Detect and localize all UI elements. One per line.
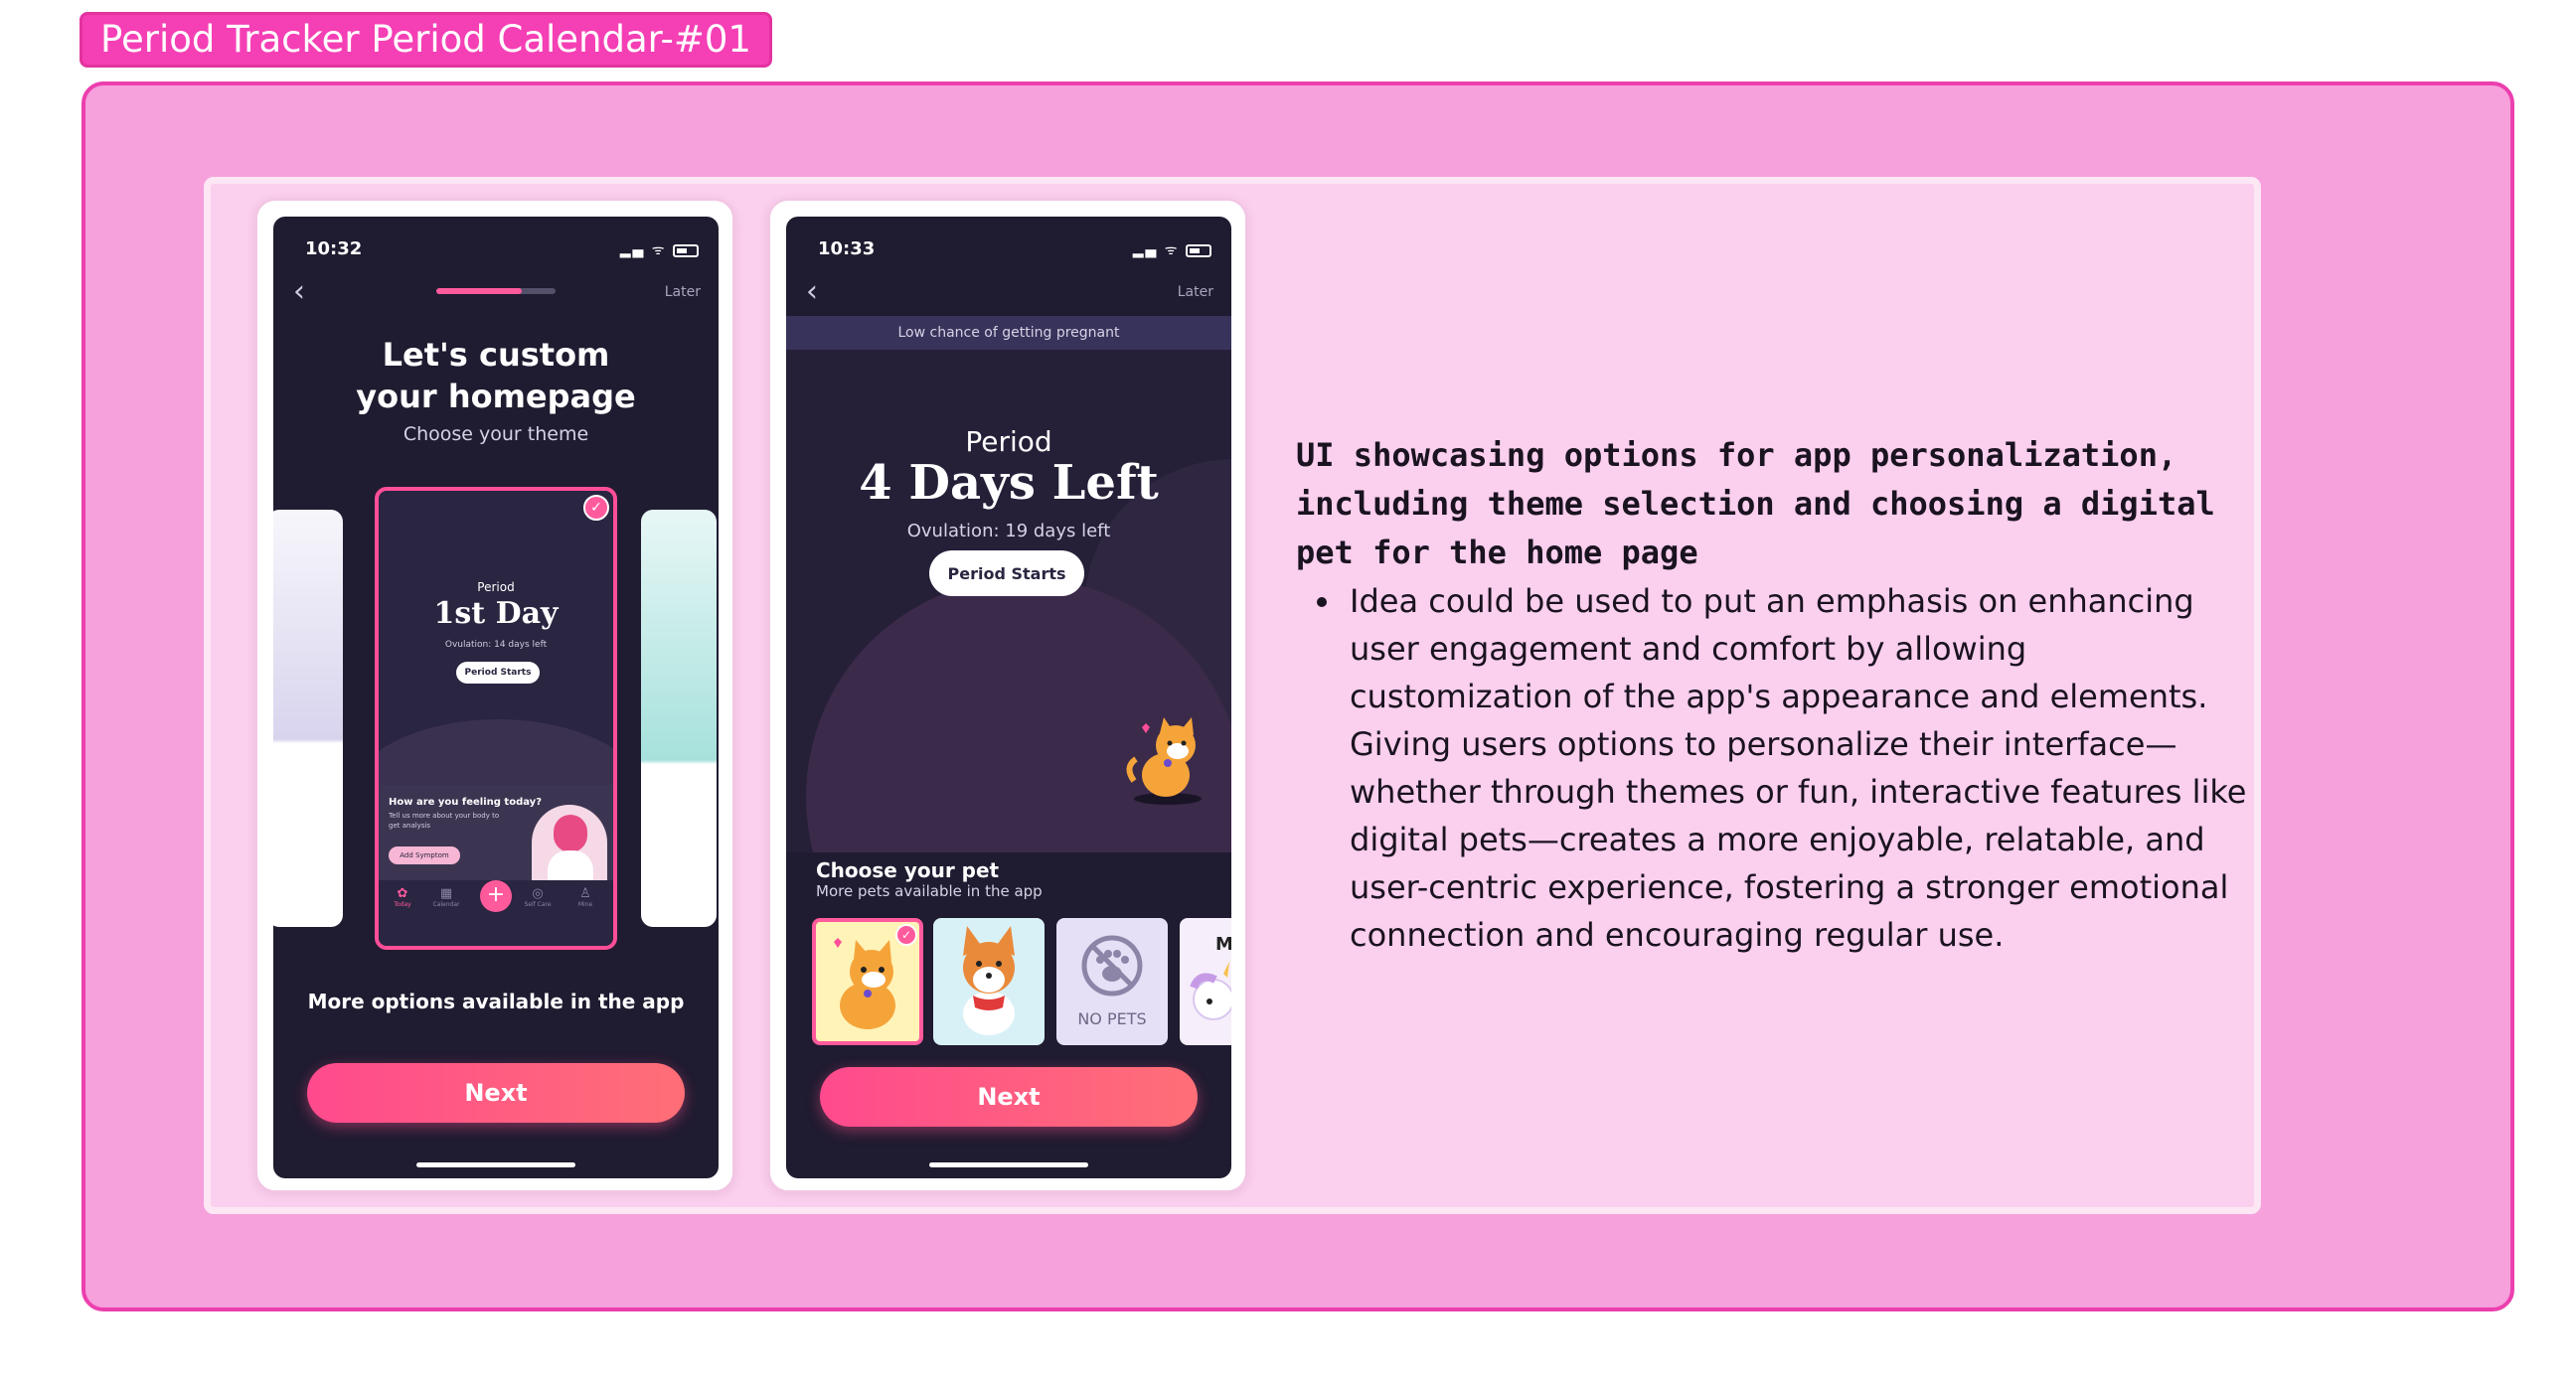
- pet-option-corgi[interactable]: [933, 918, 1045, 1045]
- home-indicator: [416, 1162, 575, 1167]
- theme-screen: 10:32 ▂▄ ᯤ ‹ Later Let's custom your hom…: [273, 217, 719, 1178]
- home-indicator: [929, 1162, 1088, 1167]
- theme-option-selected[interactable]: ✓ Period 1st Day Ovulation: 14 days left…: [375, 487, 617, 950]
- tab-label: Calendar: [432, 901, 460, 908]
- later-button[interactable]: Later: [665, 284, 701, 300]
- corgi-icon: [963, 926, 1015, 1035]
- more-options-note: More options available in the app: [307, 990, 685, 1013]
- no-pets-label: NO PETS: [1077, 1009, 1147, 1028]
- check-icon: ✓: [583, 495, 609, 521]
- status-time: 10:32: [305, 238, 363, 259]
- page-subtitle: Choose your theme: [402, 423, 589, 445]
- tab-label: Self Care: [524, 901, 552, 908]
- preview-tab-mine: ♙ Mine: [565, 886, 605, 908]
- description-list: Idea could be used to put an emphasis on…: [1344, 577, 2250, 959]
- preview-add-symptom: Add Symptom: [389, 846, 460, 864]
- back-chevron-icon[interactable]: ‹: [293, 274, 305, 309]
- preview-feeling-panel: How are you feeling today? Tell us more …: [379, 785, 613, 880]
- preview-tab-today: ✿ Today: [383, 886, 422, 908]
- preview-day-label: 1st Day: [433, 596, 559, 631]
- period-starts-button[interactable]: Period Starts: [929, 550, 1084, 596]
- later-button[interactable]: Later: [1178, 284, 1213, 300]
- pet-option-none[interactable]: NO PETS: [1056, 918, 1168, 1045]
- description: UI showcasing options for app personaliz…: [1296, 431, 2250, 959]
- battery-icon: [1186, 243, 1211, 257]
- status-time: 10:33: [818, 238, 876, 259]
- preview-hint: Tell us more about your body to get anal…: [389, 812, 500, 830]
- frame-title: Period Tracker Period Calendar-#01: [80, 12, 772, 68]
- back-chevron-icon[interactable]: ‹: [806, 274, 818, 309]
- pregnancy-chance-banner: Low chance of getting pregnant: [786, 316, 1231, 350]
- progress-fill: [436, 288, 523, 294]
- description-title: UI showcasing options for app personaliz…: [1296, 436, 2215, 571]
- theme-option-right[interactable]: [641, 510, 717, 927]
- cat-pet-icon: [1126, 717, 1202, 805]
- preview-tab-calendar: ▦ Calendar: [426, 886, 466, 908]
- pet-option-cat[interactable]: ✓: [812, 918, 923, 1045]
- tab-label: Today: [394, 901, 411, 908]
- check-icon: ✓: [895, 924, 917, 946]
- choose-pet-subtitle: More pets available in the app: [816, 882, 1043, 900]
- title-line-2: your homepage: [356, 378, 636, 415]
- phone-mockup-theme: 10:32 ▂▄ ᯤ ‹ Later Let's custom your hom…: [255, 199, 734, 1192]
- pet-screen: 10:33 ▂▄ ᯤ ‹ Later Low chance of getting…: [786, 217, 1231, 1178]
- choose-pet-title: Choose your pet: [816, 858, 1000, 882]
- no-pets-icon: [1081, 935, 1143, 997]
- tab-label: Mine: [577, 901, 593, 908]
- phone-mockup-pet: 10:33 ▂▄ ᯤ ‹ Later Low chance of getting…: [768, 199, 1247, 1192]
- ovulation-countdown: Ovulation: 19 days left: [906, 521, 1111, 541]
- next-button[interactable]: Next: [307, 1063, 685, 1123]
- period-label: Period: [965, 425, 1052, 458]
- unicorn-letter: M: [1215, 934, 1231, 955]
- days-left: 4 Days Left: [859, 455, 1159, 511]
- pet-option-unicorn[interactable]: M: [1180, 918, 1231, 1045]
- doctor-illustration: [532, 805, 607, 880]
- page-title: Let's custom your homepage: [273, 334, 719, 417]
- plus-icon: +: [480, 880, 512, 912]
- status-icons: ▂▄ ᯤ: [1133, 240, 1211, 259]
- preview-question: How are you feeling today?: [389, 797, 542, 808]
- theme-option-left[interactable]: [273, 510, 343, 927]
- preview-period-label: Period: [477, 580, 515, 594]
- battery-icon: [673, 243, 699, 257]
- description-bullet: Idea could be used to put an emphasis on…: [1344, 577, 2250, 959]
- status-icons: ▂▄ ᯤ: [620, 240, 699, 259]
- title-line-1: Let's custom: [382, 336, 610, 374]
- next-button[interactable]: Next: [820, 1067, 1198, 1127]
- preview-ovulation: Ovulation: 14 days left: [444, 640, 548, 650]
- preview-tab-selfcare: ◎ Self Care: [518, 886, 558, 908]
- onboarding-progress: [436, 288, 556, 294]
- preview-period-button: Period Starts: [456, 662, 540, 684]
- preview-tab-bar: ✿ Today ▦ Calendar + ◎ Self Care ♙ Mine: [379, 880, 613, 946]
